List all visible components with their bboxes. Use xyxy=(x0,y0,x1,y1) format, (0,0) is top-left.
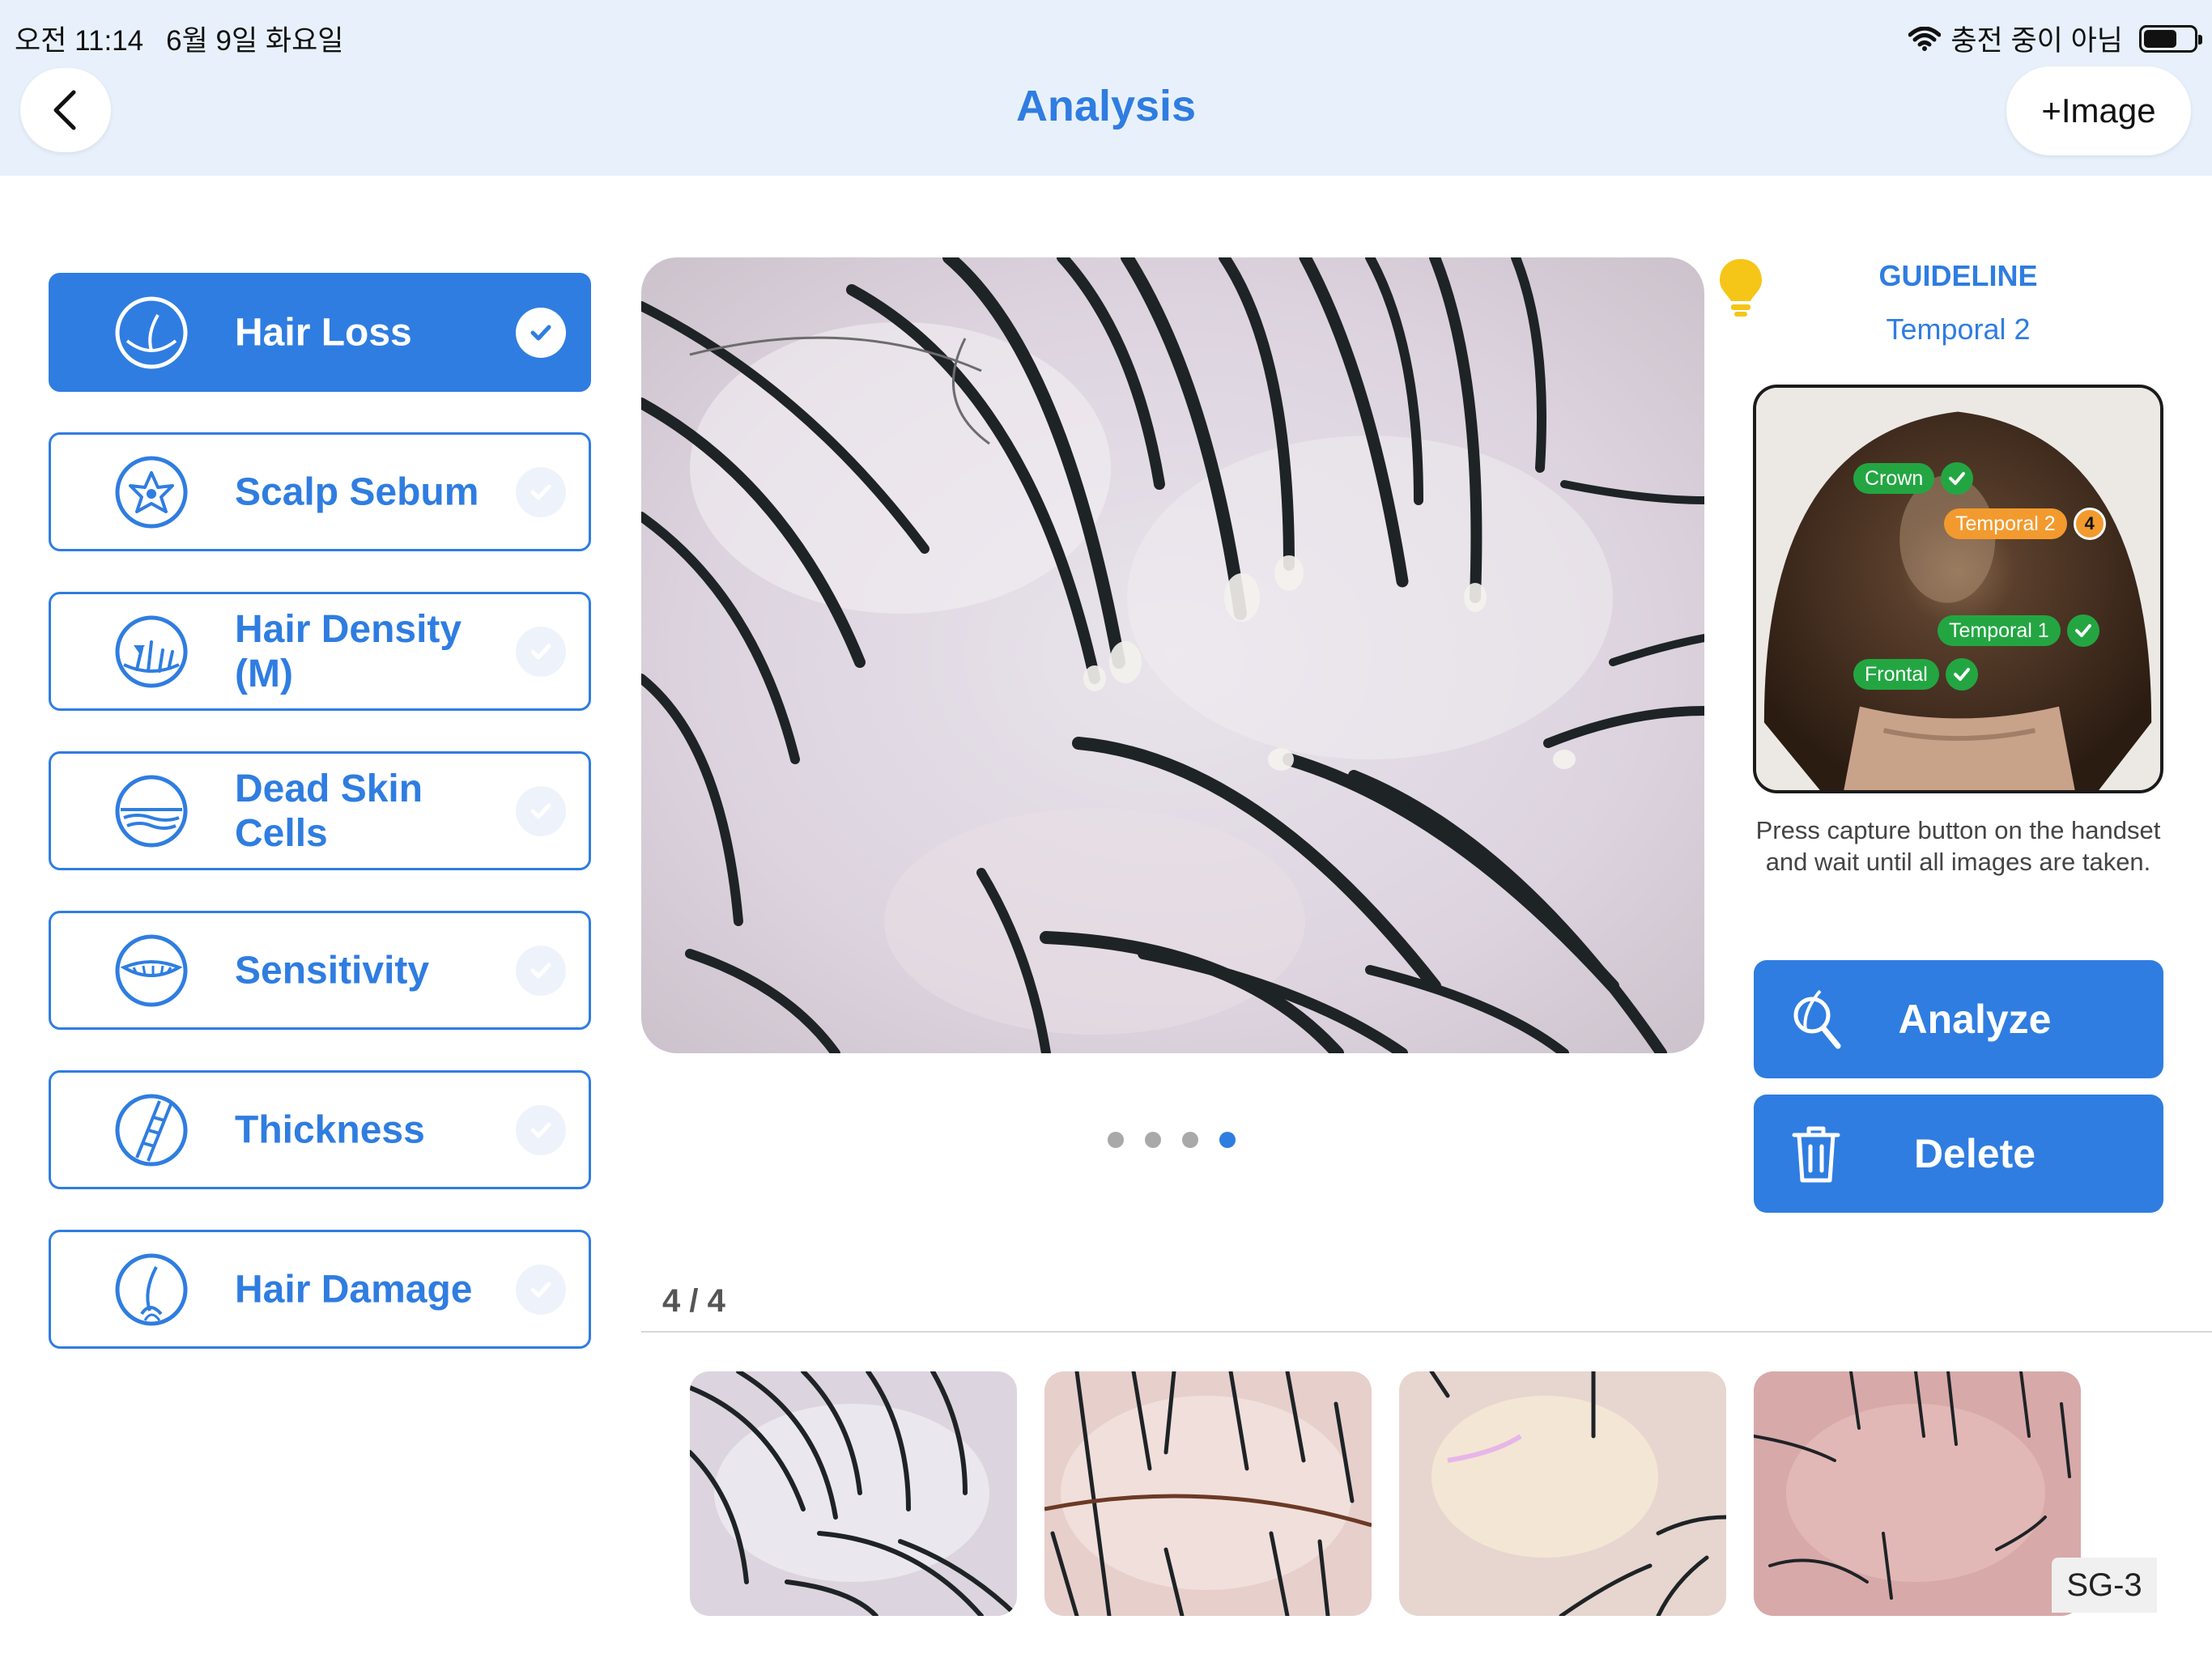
check-icon xyxy=(516,1264,566,1315)
check-icon xyxy=(1945,658,1978,691)
device-label: SG-3 xyxy=(2052,1558,2157,1613)
dead-skin-cells-icon xyxy=(115,775,188,847)
menu-item-hair-loss[interactable]: Hair Loss xyxy=(49,273,591,392)
hair-density-icon xyxy=(115,615,188,687)
page-title: Analysis xyxy=(1015,82,1197,130)
image-pager xyxy=(1108,1132,1236,1148)
status-bar: 오전 11:14 6월 9일 화요일 충전 중이 아님 xyxy=(15,11,2202,57)
menu-item-thickness[interactable]: Thickness xyxy=(49,1070,591,1189)
check-icon xyxy=(516,626,566,677)
check-icon xyxy=(516,307,566,358)
guide-spot-crown[interactable]: Crown xyxy=(1853,462,1974,495)
analyze-button[interactable]: Analyze xyxy=(1754,960,2163,1078)
hair-damage-icon xyxy=(115,1253,188,1325)
menu-item-label: Sensitivity xyxy=(235,948,430,992)
menu-item-label: Hair Density (M) xyxy=(235,607,462,695)
divider xyxy=(641,1331,2212,1333)
check-icon xyxy=(516,945,566,996)
check-icon xyxy=(1941,462,1974,495)
menu-item-dead-skin-cells[interactable]: Dead Skin Cells xyxy=(49,751,591,870)
guideline-title: GUIDELINE xyxy=(1878,259,2038,292)
guide-spot-label: Temporal 1 xyxy=(1938,615,2061,646)
add-image-button[interactable]: +Image xyxy=(2006,66,2191,155)
analyze-label: Analyze xyxy=(1898,997,2052,1042)
guide-spot-label: Temporal 2 xyxy=(1944,508,2067,539)
check-icon xyxy=(516,466,566,517)
battery-icon xyxy=(2139,24,2202,53)
status-time: 오전 11:14 xyxy=(15,25,144,57)
menu-item-hair-damage[interactable]: Hair Damage xyxy=(49,1230,591,1349)
pager-dot[interactable] xyxy=(1182,1132,1198,1148)
menu-item-label: Thickness xyxy=(235,1107,425,1151)
menu-item-label: Hair Loss xyxy=(235,310,412,354)
wifi-icon xyxy=(1908,26,1942,51)
scalp-image-preview[interactable] xyxy=(641,257,1704,1053)
pager-dot[interactable] xyxy=(1108,1132,1124,1148)
guideline-current-area: Temporal 2 xyxy=(1886,312,2031,346)
menu-item-label: Dead Skin Cells xyxy=(235,767,423,855)
capture-count-badge: 4 xyxy=(2073,508,2106,540)
head-illustration xyxy=(1756,388,2160,790)
menu-item-label: Scalp Sebum xyxy=(235,470,479,513)
guide-spot-temporal-1[interactable]: Temporal 1 xyxy=(1938,614,2099,647)
status-date: 6월 9일 화요일 xyxy=(166,25,344,57)
menu-item-scalp-sebum[interactable]: Scalp Sebum xyxy=(49,432,591,551)
check-icon xyxy=(2066,614,2099,647)
menu-item-label: Hair Damage xyxy=(235,1267,473,1311)
image-counter: 4 / 4 xyxy=(662,1283,725,1319)
pager-dot-active[interactable] xyxy=(1219,1132,1236,1148)
menu-item-hair-density[interactable]: Hair Density (M) xyxy=(49,592,591,711)
guide-spot-label: Crown xyxy=(1853,463,1935,494)
charging-status: 충전 중이 아님 xyxy=(1950,25,2123,57)
thumbnail-3[interactable] xyxy=(1399,1371,1726,1616)
pager-dot[interactable] xyxy=(1145,1132,1161,1148)
thumbnail-2[interactable] xyxy=(1044,1371,1372,1616)
delete-label: Delete xyxy=(1913,1131,2036,1176)
header: 오전 11:14 6월 9일 화요일 충전 중이 아님 Analysis +Im… xyxy=(0,0,2212,176)
thumbnail-4[interactable] xyxy=(1754,1371,2081,1616)
guide-spot-frontal[interactable]: Frontal xyxy=(1853,658,1978,691)
guide-spot-label: Frontal xyxy=(1853,659,1939,690)
thickness-icon xyxy=(115,1094,188,1166)
delete-button[interactable]: Delete xyxy=(1754,1095,2163,1213)
check-icon xyxy=(516,1104,566,1155)
hair-loss-icon xyxy=(115,296,188,368)
thumbnail-1[interactable] xyxy=(690,1371,1017,1616)
menu-item-sensitivity[interactable]: Sensitivity xyxy=(49,911,591,1030)
scalp-sebum-icon xyxy=(115,456,188,528)
guideline-instruction: Press capture button on the handset and … xyxy=(1755,816,2161,877)
check-icon xyxy=(516,785,566,836)
head-guide-image: Crown Temporal 2 4 Temporal 1 Frontal xyxy=(1753,385,2163,793)
guide-spot-temporal-2[interactable]: Temporal 2 4 xyxy=(1944,508,2106,540)
sensitivity-icon xyxy=(115,934,188,1006)
